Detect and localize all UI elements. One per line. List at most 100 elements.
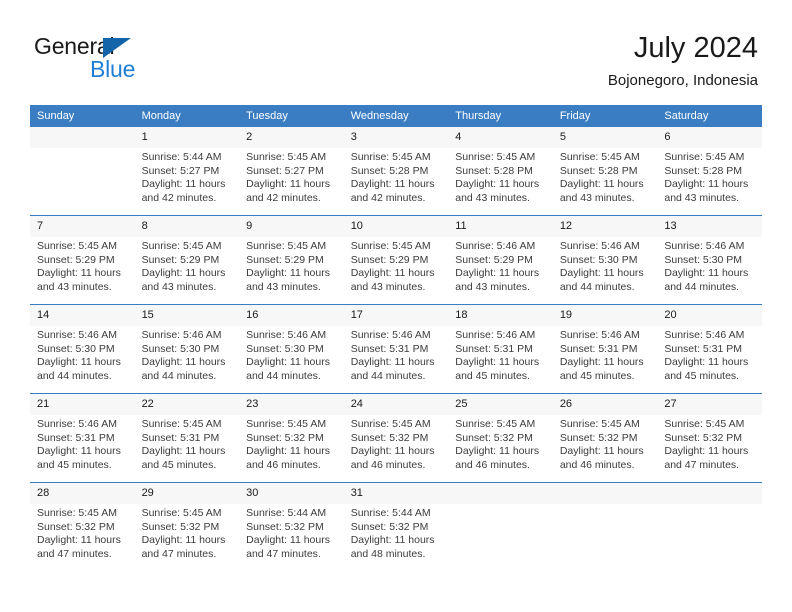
calendar-day-cell[interactable]: 31 Sunrise: 5:44 AM Sunset: 5:32 PM Dayligh… [343,483,449,571]
calendar-cell [448,482,553,571]
daylight-duration-line2: and 47 minutes. [246,547,321,560]
sunrise-time: Sunrise: 5:45 AM [246,240,327,252]
calendar-day-cell[interactable]: 26 Sunrise: 5:45 AM Sunset: 5:32 PM Dayligh… [552,394,658,482]
calendar-day-cell-empty [448,483,553,571]
calendar-day-cell[interactable]: 10 Sunrise: 5:45 AM Sunset: 5:29 PM Dayligh… [343,216,449,304]
calendar-cell: 27 Sunrise: 5:45 AM Sunset: 5:32 PM Dayligh… [657,393,762,483]
day-number: 1 [134,127,240,148]
sunrise-time: Sunrise: 5:45 AM [141,240,222,252]
calendar-day-cell[interactable]: 17 Sunrise: 5:46 AM Sunset: 5:31 PM Dayligh… [343,305,449,393]
weekday-header-friday: Friday [552,105,658,127]
calendar-day-cell[interactable]: 5 Sunrise: 5:45 AM Sunset: 5:28 PM Daylight… [552,127,658,215]
day-number: 27 [657,394,762,415]
calendar-day-cell[interactable]: 8 Sunrise: 5:45 AM Sunset: 5:29 PM Daylight… [134,216,240,304]
sunrise-time: Sunrise: 5:46 AM [455,329,536,341]
sunset-time: Sunset: 5:31 PM [141,431,220,444]
calendar-cell: 1 Sunrise: 5:44 AM Sunset: 5:27 PM Daylight… [134,127,240,216]
sunset-time: Sunset: 5:32 PM [559,431,638,444]
sunset-time: Sunset: 5:29 PM [141,253,220,266]
day-info: Sunrise: 5:46 AM Sunset: 5:31 PM Daylight:… [657,326,762,383]
sunrise-time: Sunrise: 5:45 AM [455,418,536,430]
calendar-cell: 3 Sunrise: 5:45 AM Sunset: 5:28 PM Daylight… [343,127,449,216]
calendar-day-cell[interactable]: 18 Sunrise: 5:46 AM Sunset: 5:31 PM Dayligh… [448,305,553,393]
sunrise-time: Sunrise: 5:45 AM [664,151,745,163]
calendar-day-cell[interactable]: 6 Sunrise: 5:45 AM Sunset: 5:28 PM Daylight… [657,127,762,215]
calendar-day-cell-empty [552,483,658,571]
sunset-time: Sunset: 5:30 PM [37,342,115,355]
daylight-duration-line1: Daylight: 11 hours [141,534,226,546]
daylight-duration-line2: and 45 minutes. [455,369,530,382]
sunrise-time: Sunrise: 5:45 AM [141,507,222,519]
calendar-day-cell[interactable]: 13 Sunrise: 5:46 AM Sunset: 5:30 PM Dayligh… [657,216,762,304]
calendar-day-cell[interactable]: 7 Sunrise: 5:45 AM Sunset: 5:29 PM Daylight… [30,216,135,304]
weekday-header-saturday: Saturday [657,105,762,127]
calendar-day-cell[interactable]: 25 Sunrise: 5:45 AM Sunset: 5:32 PM Dayligh… [448,394,553,482]
day-info: Sunrise: 5:45 AM Sunset: 5:32 PM Daylight:… [344,415,449,472]
page-header: General Blue July 2024 Bojonegoro, Indon… [0,0,792,100]
calendar-cell: 2 Sunrise: 5:45 AM Sunset: 5:27 PM Daylight… [239,127,344,216]
calendar-day-cell[interactable]: 19 Sunrise: 5:46 AM Sunset: 5:31 PM Dayligh… [552,305,658,393]
calendar-day-cell[interactable]: 11 Sunrise: 5:46 AM Sunset: 5:29 PM Dayligh… [448,216,553,304]
calendar-day-cell[interactable]: 9 Sunrise: 5:45 AM Sunset: 5:29 PM Daylight… [239,216,344,304]
calendar-day-cell[interactable]: 29 Sunrise: 5:45 AM Sunset: 5:32 PM Dayligh… [134,483,240,571]
calendar-cell: 17 Sunrise: 5:46 AM Sunset: 5:31 PM Dayligh… [343,304,449,394]
weekday-header-sunday: Sunday [30,105,135,127]
general-blue-logo[interactable]: General Blue [34,33,234,85]
calendar-day-cell[interactable]: 27 Sunrise: 5:45 AM Sunset: 5:32 PM Dayligh… [657,394,762,482]
calendar-day-cell[interactable]: 15 Sunrise: 5:46 AM Sunset: 5:30 PM Dayligh… [134,305,240,393]
day-info: Sunrise: 5:45 AM Sunset: 5:27 PM Daylight:… [239,148,344,205]
calendar-cell: 11 Sunrise: 5:46 AM Sunset: 5:29 PM Dayligh… [448,215,553,305]
daylight-duration-line2: and 44 minutes. [37,369,112,382]
calendar-day-cell[interactable]: 14 Sunrise: 5:46 AM Sunset: 5:30 PM Dayligh… [30,305,135,393]
day-number [657,483,762,504]
calendar-day-cell[interactable]: 12 Sunrise: 5:46 AM Sunset: 5:30 PM Dayligh… [552,216,658,304]
sunset-time: Sunset: 5:31 PM [37,431,115,444]
day-number: 24 [343,394,449,415]
sunrise-time: Sunrise: 5:45 AM [350,240,431,252]
calendar-day-cell[interactable]: 24 Sunrise: 5:45 AM Sunset: 5:32 PM Dayligh… [343,394,449,482]
daylight-duration-line2: and 43 minutes. [455,191,530,204]
calendar-day-cell[interactable]: 21 Sunrise: 5:46 AM Sunset: 5:31 PM Dayligh… [30,394,135,482]
day-number: 17 [343,305,449,326]
day-number: 14 [30,305,135,326]
day-info: Sunrise: 5:45 AM Sunset: 5:32 PM Daylight:… [30,504,135,561]
sunrise-time: Sunrise: 5:46 AM [664,329,745,341]
calendar-cell: 5 Sunrise: 5:45 AM Sunset: 5:28 PM Daylight… [552,127,658,216]
day-info: Sunrise: 5:46 AM Sunset: 5:30 PM Daylight:… [135,326,240,383]
calendar-day-cell[interactable]: 23 Sunrise: 5:45 AM Sunset: 5:32 PM Dayligh… [239,394,344,482]
daylight-duration-line2: and 43 minutes. [664,191,740,204]
calendar-day-cell[interactable]: 30 Sunrise: 5:44 AM Sunset: 5:32 PM Dayligh… [239,483,344,571]
calendar-week-row: 14 Sunrise: 5:46 AM Sunset: 5:30 PM Dayligh… [30,304,762,394]
calendar-day-cell[interactable]: 2 Sunrise: 5:45 AM Sunset: 5:27 PM Daylight… [239,127,344,215]
sunset-time: Sunset: 5:29 PM [350,253,429,266]
calendar-day-cell[interactable]: 4 Sunrise: 5:45 AM Sunset: 5:28 PM Daylight… [448,127,553,215]
sunset-time: Sunset: 5:29 PM [455,253,533,266]
daylight-duration-line1: Daylight: 11 hours [246,445,330,457]
calendar-cell: 22 Sunrise: 5:45 AM Sunset: 5:31 PM Dayligh… [134,393,240,483]
day-number: 15 [134,305,240,326]
calendar-day-cell[interactable]: 1 Sunrise: 5:44 AM Sunset: 5:27 PM Daylight… [134,127,240,215]
calendar-cell: 23 Sunrise: 5:45 AM Sunset: 5:32 PM Dayligh… [239,393,344,483]
sunset-time: Sunset: 5:32 PM [350,520,429,533]
day-number: 3 [343,127,449,148]
calendar-cell: 20 Sunrise: 5:46 AM Sunset: 5:31 PM Dayligh… [657,304,762,394]
day-number: 9 [239,216,344,237]
calendar-day-cell[interactable]: 20 Sunrise: 5:46 AM Sunset: 5:31 PM Dayligh… [657,305,762,393]
sunrise-time: Sunrise: 5:44 AM [246,507,327,519]
day-info: Sunrise: 5:45 AM Sunset: 5:32 PM Daylight:… [553,415,658,472]
day-info: Sunrise: 5:46 AM Sunset: 5:30 PM Daylight:… [239,326,344,383]
daylight-duration-line1: Daylight: 11 hours [664,267,749,279]
calendar-day-cell[interactable]: 16 Sunrise: 5:46 AM Sunset: 5:30 PM Dayligh… [239,305,344,393]
daylight-duration-line1: Daylight: 11 hours [141,356,226,368]
daylight-duration-line1: Daylight: 11 hours [559,178,644,190]
daylight-duration-line1: Daylight: 11 hours [37,445,121,457]
sunset-time: Sunset: 5:28 PM [455,164,533,177]
calendar-day-cell[interactable]: 22 Sunrise: 5:45 AM Sunset: 5:31 PM Dayligh… [134,394,240,482]
calendar-day-cell[interactable]: 28 Sunrise: 5:45 AM Sunset: 5:32 PM Dayligh… [30,483,135,571]
day-number: 11 [448,216,553,237]
daylight-duration-line1: Daylight: 11 hours [664,445,749,457]
calendar-cell: 14 Sunrise: 5:46 AM Sunset: 5:30 PM Dayligh… [30,304,135,394]
daylight-duration-line1: Daylight: 11 hours [37,356,121,368]
calendar-day-cell[interactable]: 3 Sunrise: 5:45 AM Sunset: 5:28 PM Daylight… [343,127,449,215]
sunset-time: Sunset: 5:32 PM [350,431,429,444]
